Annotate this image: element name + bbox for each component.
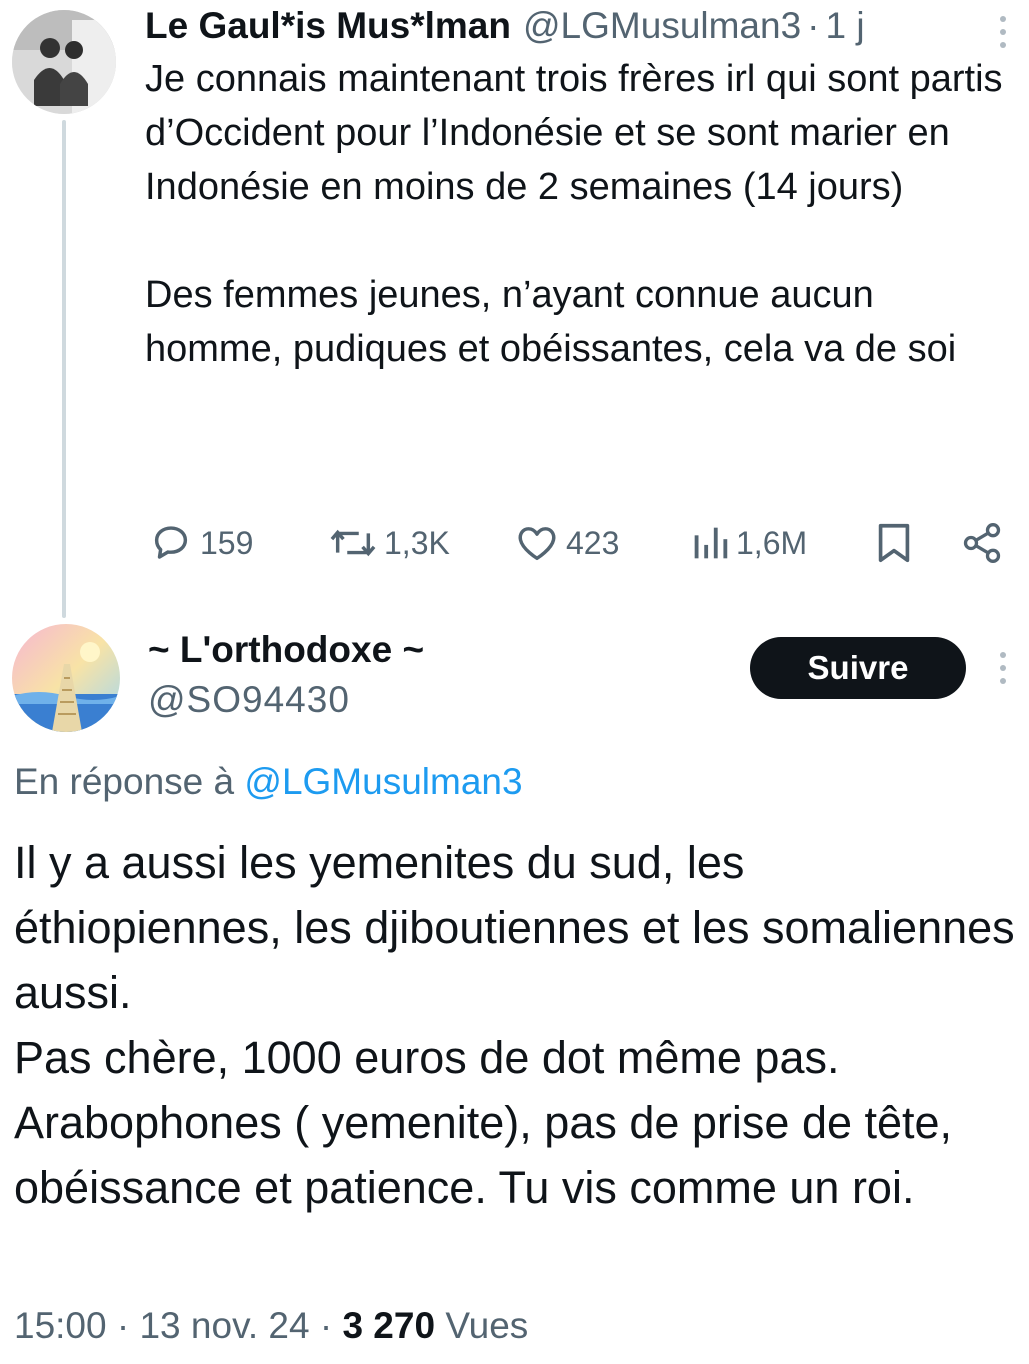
follow-button[interactable]: Suivre	[750, 637, 966, 699]
parent-separator: ·	[807, 5, 820, 46]
more-icon[interactable]	[996, 650, 1010, 686]
replying-to-label: En réponse à	[14, 761, 235, 802]
reply-views-count: 3 270	[342, 1305, 436, 1346]
reply-button[interactable]: 159	[148, 517, 253, 569]
parent-action-bar: 159 1,3K 423 1,6M	[0, 517, 1029, 569]
parent-timestamp[interactable]: 1 j	[826, 2, 865, 50]
parent-tweet-header: Le Gaul*is Mus*lman @LGMusulman3 · 1 j	[145, 2, 1005, 50]
repost-button[interactable]: 1,3K	[328, 517, 450, 569]
share-icon	[963, 523, 1001, 563]
replying-to-handle-link[interactable]: @LGMusulman3	[244, 761, 522, 802]
reply-views-label: Vues	[445, 1305, 529, 1346]
parent-display-name[interactable]: Le Gaul*is Mus*lman	[145, 2, 511, 50]
parent-avatar-image	[12, 10, 116, 114]
reply-count: 159	[200, 524, 254, 561]
like-button[interactable]: 423	[514, 517, 619, 569]
meta-separator: ·	[319, 1305, 333, 1346]
share-button[interactable]	[960, 517, 1004, 569]
more-icon[interactable]	[996, 14, 1010, 50]
repost-icon	[330, 529, 376, 557]
meta-separator: ·	[116, 1305, 130, 1346]
like-icon	[518, 527, 556, 561]
replying-to: En réponse à @LGMusulman3	[14, 756, 523, 808]
reply-avatar[interactable]	[12, 624, 120, 732]
bookmark-button[interactable]	[874, 517, 914, 569]
reply-handle[interactable]: @SO94430	[148, 676, 350, 724]
reply-display-name[interactable]: ~ L'orthodoxe ~	[148, 626, 424, 674]
parent-tweet-text: Je connais maintenant trois frères irl q…	[145, 58, 1003, 370]
views-button[interactable]: 1,6M	[690, 517, 807, 569]
reply-time[interactable]: 15:00	[14, 1305, 107, 1346]
reply-tweet-meta: 15:00 · 13 nov. 24 · 3 270 Vues	[14, 1300, 528, 1352]
parent-handle[interactable]: @LGMusulman3	[523, 2, 801, 50]
reply-tweet-text: Il y a aussi les yemenites du sud, les é…	[14, 837, 1015, 1213]
reply-icon	[154, 526, 188, 559]
parent-avatar[interactable]	[12, 10, 116, 114]
bookmark-icon	[878, 523, 910, 563]
views-icon	[694, 527, 728, 559]
reply-date[interactable]: 13 nov. 24	[139, 1305, 309, 1346]
reply-avatar-image	[12, 624, 120, 732]
like-count: 423	[566, 524, 620, 561]
repost-count: 1,3K	[384, 524, 450, 561]
views-count: 1,6M	[736, 524, 808, 561]
